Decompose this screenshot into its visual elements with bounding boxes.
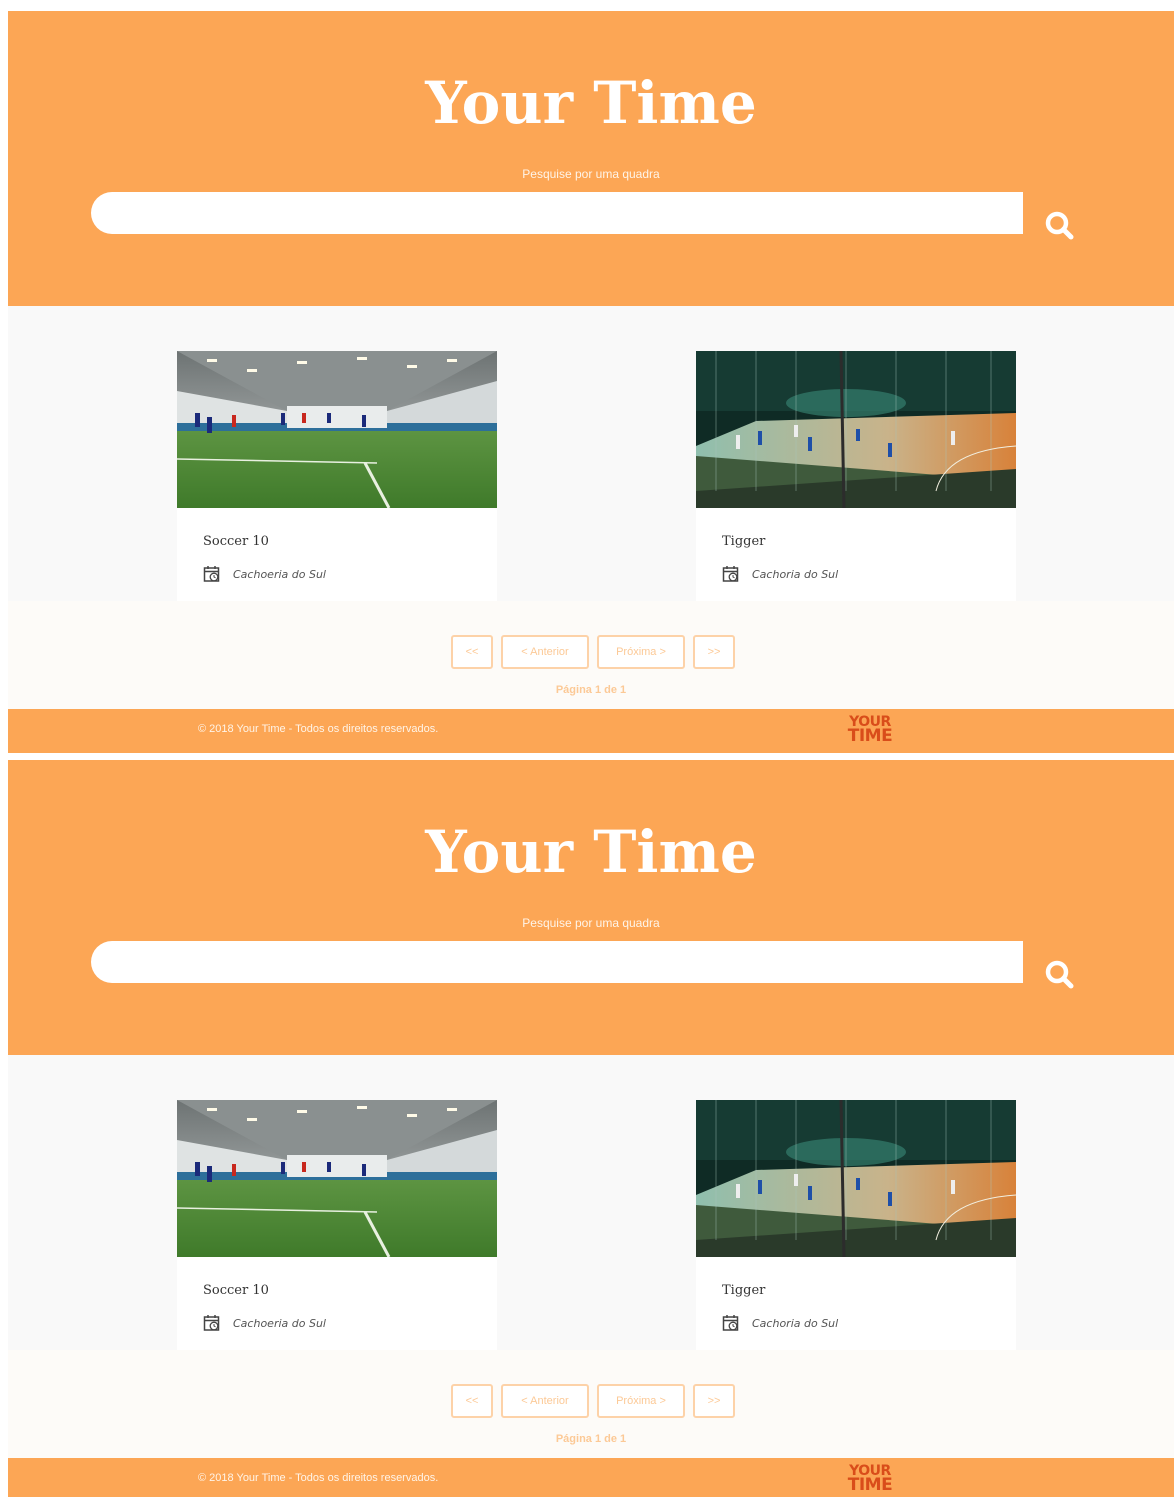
court-photo [177, 351, 497, 508]
footer-logo[interactable]: YOUR TIME [846, 1464, 894, 1495]
site-title: Your Time [425, 69, 757, 137]
last-page-button[interactable]: >> [693, 1384, 735, 1418]
next-page-button[interactable]: Próxima > [597, 1384, 685, 1418]
court-photo [696, 351, 1016, 508]
court-name: Soccer 10 [203, 1283, 269, 1298]
page-screenshot-2: Your Time Pesquise por uma quadra Soccer… [8, 760, 1174, 1497]
search-label: Pesquise por uma quadra [522, 167, 660, 181]
court-photo [177, 1100, 497, 1257]
hero-header: Your Time Pesquise por uma quadra [8, 760, 1174, 1055]
calendar-icon [722, 566, 739, 582]
pagination: << < Anterior Próxima > >> [451, 1384, 735, 1418]
footer: © 2018 Your Time - Todos os direitos res… [8, 1458, 1174, 1497]
court-location-text: Cachoria do Sul [752, 567, 839, 581]
previous-page-button[interactable]: < Anterior [501, 1384, 589, 1418]
court-card[interactable]: Tigger Cachoria do Sul [696, 351, 1016, 601]
page-screenshot-1: Your Time Pesquise por uma quadra Soccer… [8, 11, 1174, 753]
court-location-text: Cachoeria do Sul [233, 1316, 326, 1330]
court-card[interactable]: Soccer 10 Cachoeria do Sul [177, 1100, 497, 1350]
court-card[interactable]: Soccer 10 Cachoeria do Sul [177, 351, 497, 601]
court-name: Tigger [722, 1283, 766, 1298]
court-location-text: Cachoeria do Sul [233, 567, 326, 581]
court-photo [696, 1100, 1016, 1257]
search-icon [1045, 211, 1074, 240]
first-page-button[interactable]: << [451, 635, 493, 669]
footer: © 2018 Your Time - Todos os direitos res… [8, 709, 1174, 753]
calendar-icon [722, 1315, 739, 1331]
court-location: Cachoeria do Sul [203, 565, 326, 583]
search-input[interactable] [91, 192, 1023, 234]
page-indicator: Página 1 de 1 [555, 1433, 627, 1445]
court-location-text: Cachoria do Sul [752, 1316, 839, 1330]
court-location: Cachoeria do Sul [203, 1314, 326, 1332]
last-page-button[interactable]: >> [693, 635, 735, 669]
court-location: Cachoria do Sul [722, 1314, 838, 1332]
court-name: Soccer 10 [203, 534, 269, 549]
search-label: Pesquise por uma quadra [522, 916, 660, 930]
logo-line-2: TIME [847, 1475, 893, 1495]
search-button[interactable] [1042, 957, 1080, 995]
court-card[interactable]: Tigger Cachoria do Sul [696, 1100, 1016, 1350]
site-title: Your Time [425, 818, 757, 886]
court-location: Cachoria do Sul [722, 565, 838, 583]
search-icon [1045, 960, 1074, 989]
search-button[interactable] [1042, 208, 1080, 246]
court-name: Tigger [722, 534, 766, 549]
next-page-button[interactable]: Próxima > [597, 635, 685, 669]
first-page-button[interactable]: << [451, 1384, 493, 1418]
copyright-text: © 2018 Your Time - Todos os direitos res… [198, 723, 439, 735]
logo-line-2: TIME [847, 726, 893, 746]
calendar-icon [203, 566, 220, 582]
footer-logo[interactable]: YOUR TIME [846, 715, 894, 746]
previous-page-button[interactable]: < Anterior [501, 635, 589, 669]
page-indicator: Página 1 de 1 [555, 684, 627, 696]
hero-header: Your Time Pesquise por uma quadra [8, 11, 1174, 306]
copyright-text: © 2018 Your Time - Todos os direitos res… [198, 1472, 439, 1484]
pagination: << < Anterior Próxima > >> [451, 635, 735, 669]
calendar-icon [203, 1315, 220, 1331]
search-input[interactable] [91, 941, 1023, 983]
